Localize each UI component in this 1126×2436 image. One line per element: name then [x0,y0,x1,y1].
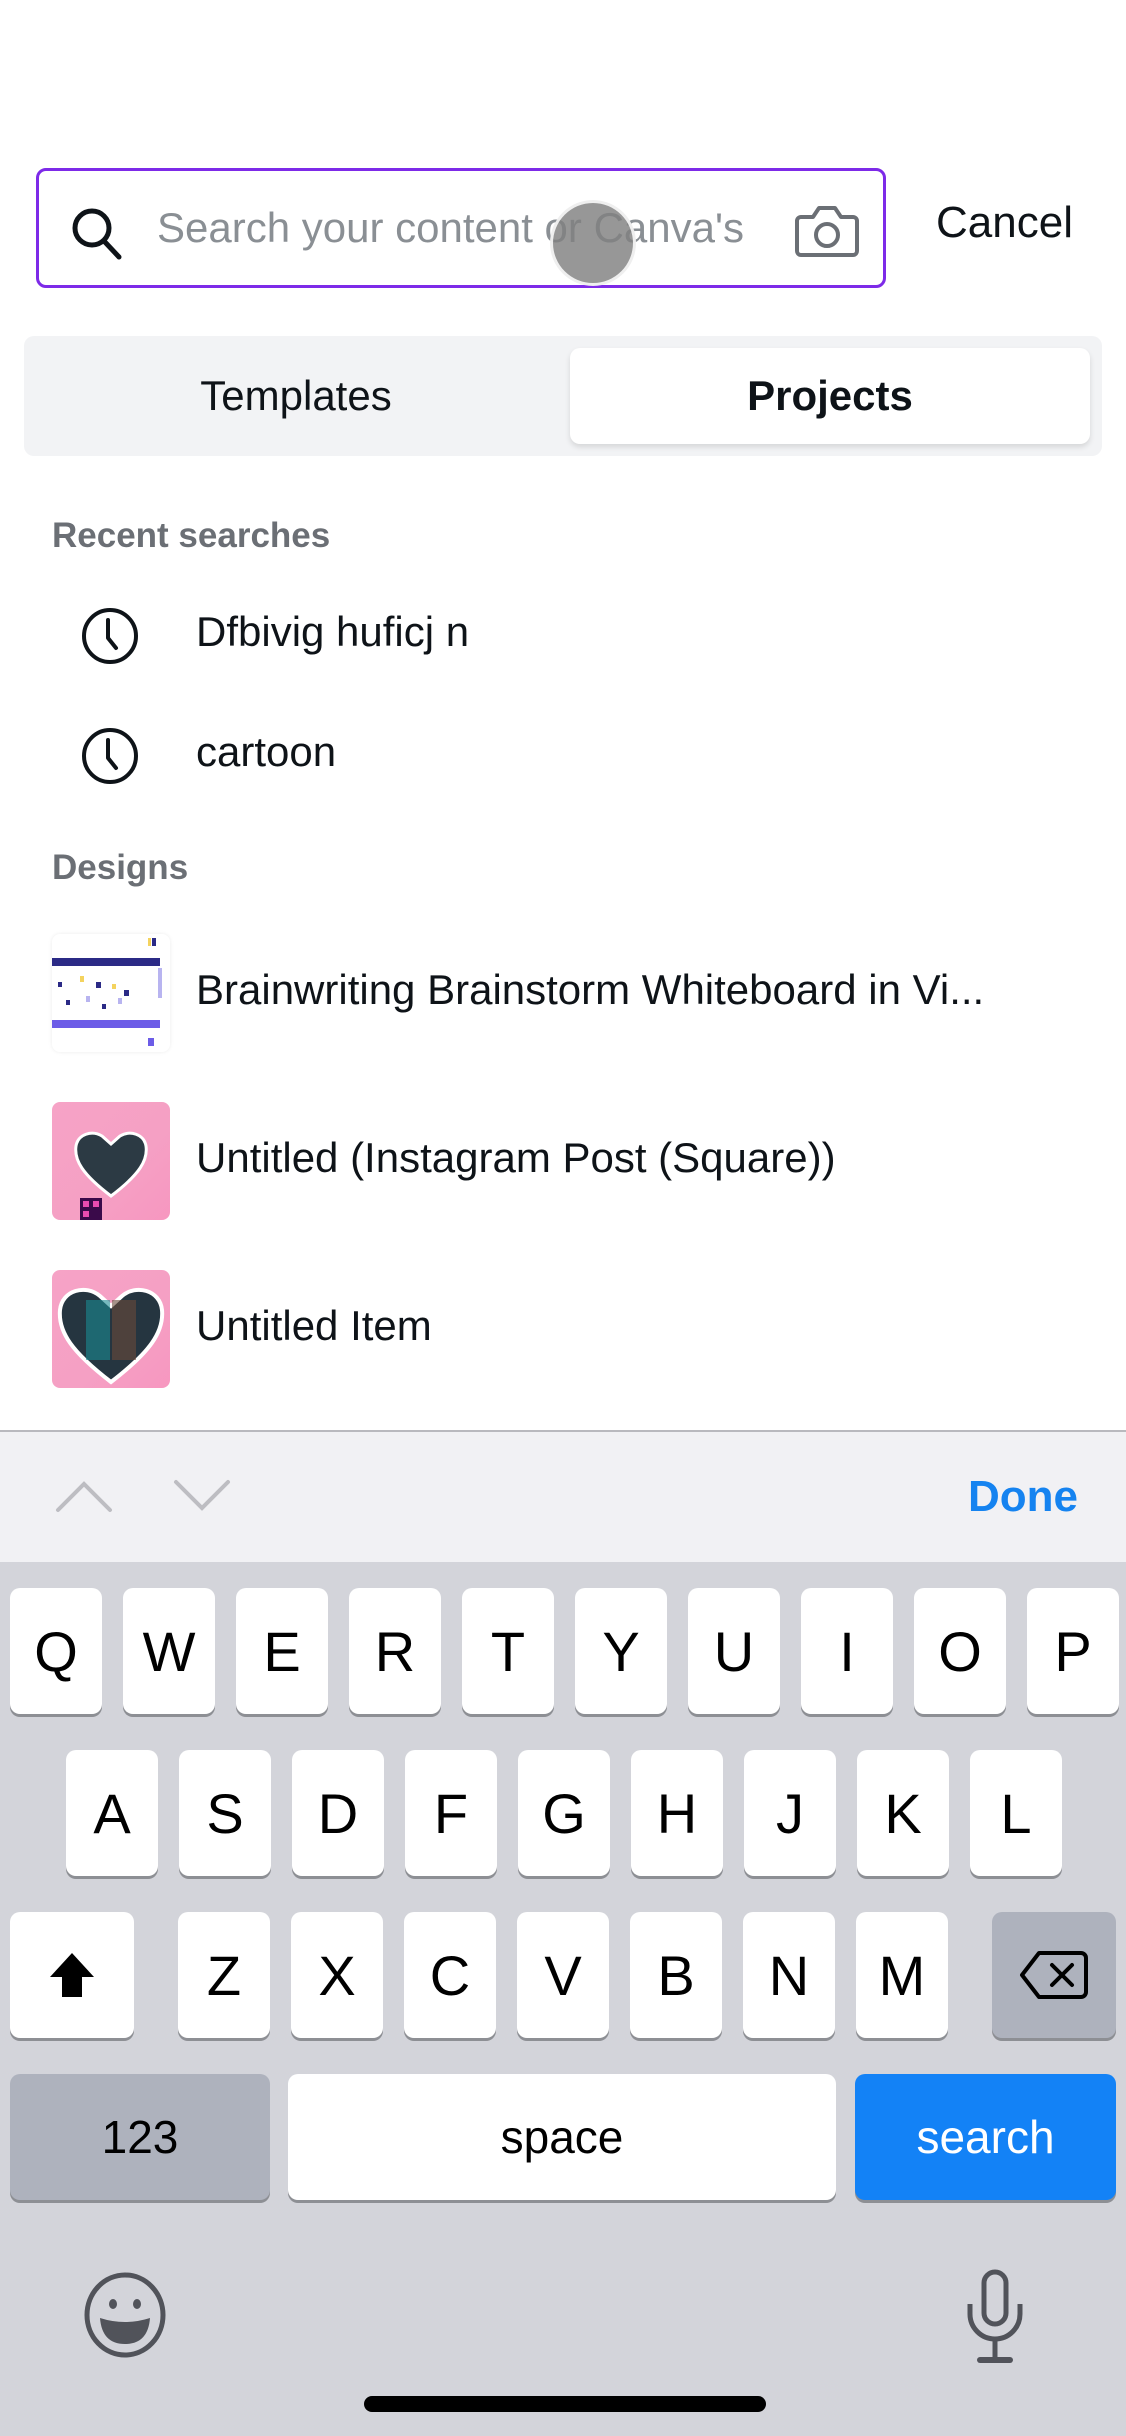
recent-search-text: Dfbivig huficj n [196,608,470,655]
key-z[interactable]: Z [178,1912,270,2038]
search-input[interactable] [157,193,817,263]
key-p[interactable]: P [1027,1588,1119,1714]
key-w[interactable]: W [123,1588,215,1714]
design-title: Untitled (Instagram Post (Square)) [196,1134,836,1181]
key-h[interactable]: H [631,1750,723,1876]
search-box[interactable] [36,168,886,288]
designs-heading: Designs [52,848,189,887]
chevron-down-icon[interactable] [172,1476,232,1516]
key-s[interactable]: S [179,1750,271,1876]
tab-templates[interactable]: Templates [36,348,556,444]
tab-projects[interactable]: Projects [570,348,1090,444]
backspace-key[interactable] [992,1912,1116,2038]
key-g[interactable]: G [518,1750,610,1876]
key-a[interactable]: A [66,1750,158,1876]
key-e[interactable]: E [236,1588,328,1714]
key-q[interactable]: Q [10,1588,102,1714]
key-c[interactable]: C [404,1912,496,2038]
design-item[interactable]: Brainwriting Brainstorm Whiteboard in Vi… [0,934,1126,1064]
clock-icon [82,728,138,784]
design-thumbnail [52,934,170,1052]
search-key[interactable]: search [855,2074,1116,2200]
keyboard-toolbar: Done [0,1430,1126,1562]
key-k[interactable]: K [857,1750,949,1876]
recent-search-text: cartoon [196,728,337,775]
home-indicator [364,2396,766,2412]
emoji-icon[interactable] [82,2272,168,2358]
recent-searches-heading: Recent searches [52,516,331,555]
done-button[interactable]: Done [968,1472,1078,1522]
shift-icon [50,1953,94,1997]
key-t[interactable]: T [462,1588,554,1714]
shift-key[interactable] [10,1912,134,2038]
cancel-button[interactable]: Cancel [936,198,1073,248]
touch-indicator [550,200,636,286]
design-title: Brainwriting Brainstorm Whiteboard in Vi… [196,966,985,1013]
recent-search-item[interactable]: cartoon [0,700,1126,810]
chevron-up-icon[interactable] [54,1476,114,1516]
key-u[interactable]: U [688,1588,780,1714]
key-l[interactable]: L [970,1750,1062,1876]
microphone-icon[interactable] [960,2268,1030,2368]
key-m[interactable]: M [856,1912,948,2038]
numbers-key[interactable]: 123 [10,2074,270,2200]
key-r[interactable]: R [349,1588,441,1714]
space-key[interactable]: space [288,2074,836,2200]
design-thumbnail [52,1102,170,1220]
key-b[interactable]: B [630,1912,722,2038]
key-n[interactable]: N [743,1912,835,2038]
clock-icon [82,608,138,664]
search-icon [72,208,122,260]
design-title: Untitled Item [196,1302,432,1349]
segmented-tabs: Templates Projects [24,336,1102,456]
key-o[interactable]: O [914,1588,1006,1714]
key-j[interactable]: J [744,1750,836,1876]
key-y[interactable]: Y [575,1588,667,1714]
key-f[interactable]: F [405,1750,497,1876]
key-x[interactable]: X [291,1912,383,2038]
design-thumbnail [52,1270,170,1388]
recent-search-item[interactable]: Dfbivig huficj n [0,580,1126,690]
design-item[interactable]: Untitled Item [0,1270,1126,1400]
backspace-icon [1020,1951,1088,1999]
design-item[interactable]: Untitled (Instagram Post (Square)) [0,1102,1126,1232]
key-v[interactable]: V [517,1912,609,2038]
key-i[interactable]: I [801,1588,893,1714]
camera-icon[interactable] [795,201,859,259]
key-d[interactable]: D [292,1750,384,1876]
